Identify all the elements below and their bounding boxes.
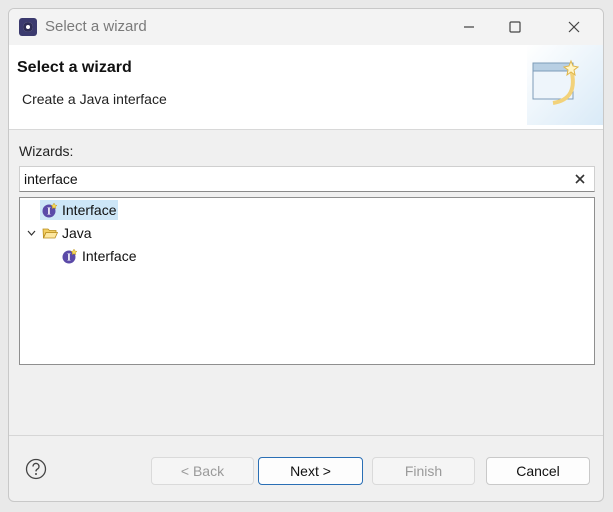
help-icon (25, 458, 47, 480)
title-bar: Select a wizard (9, 9, 603, 45)
finish-button[interactable]: Finish (372, 457, 475, 485)
maximize-icon (509, 21, 521, 33)
interface-icon: I (62, 248, 78, 264)
close-icon (568, 21, 580, 33)
clear-icon (575, 174, 585, 184)
tree-item-label: Interface (62, 202, 117, 218)
folder-open-icon (42, 228, 58, 239)
wizard-header: Select a wizard Create a Java interface (9, 45, 603, 130)
cancel-button[interactable]: Cancel (486, 457, 590, 485)
tree-item-interface[interactable]: I Interface (40, 199, 119, 221)
next-button[interactable]: Next > (258, 457, 363, 485)
page-title: Select a wizard (17, 59, 132, 76)
minimize-button[interactable] (451, 15, 487, 39)
wizard-banner-icon (527, 45, 603, 125)
tree-item-java-interface[interactable]: I Interface (60, 245, 138, 267)
window-title: Select a wizard (45, 18, 147, 35)
wizard-filter-field (19, 166, 595, 192)
maximize-button[interactable] (497, 15, 533, 39)
tree-item-label: Interface (82, 248, 137, 264)
expand-toggle[interactable] (24, 222, 38, 244)
app-icon (19, 18, 37, 36)
wizards-label: Wizards: (19, 143, 74, 159)
svg-text:I: I (47, 207, 51, 218)
help-button[interactable] (25, 458, 47, 480)
interface-icon: I (42, 202, 58, 218)
clear-filter-button[interactable] (572, 170, 588, 188)
page-description: Create a Java interface (22, 91, 167, 107)
chevron-down-icon (27, 230, 35, 236)
wizard-dialog: Select a wizard Select a wizard Create a… (8, 8, 604, 502)
footer-divider (9, 435, 603, 436)
minimize-icon (464, 26, 474, 28)
svg-text:I: I (67, 253, 71, 264)
close-button[interactable] (556, 15, 592, 39)
wizard-filter-input[interactable] (22, 168, 566, 190)
tree-item-label: Java (62, 225, 92, 241)
tree-item-java[interactable]: Java (40, 222, 94, 244)
wizard-tree: I Interface Java I Interface (19, 197, 595, 365)
back-button[interactable]: < Back (151, 457, 254, 485)
